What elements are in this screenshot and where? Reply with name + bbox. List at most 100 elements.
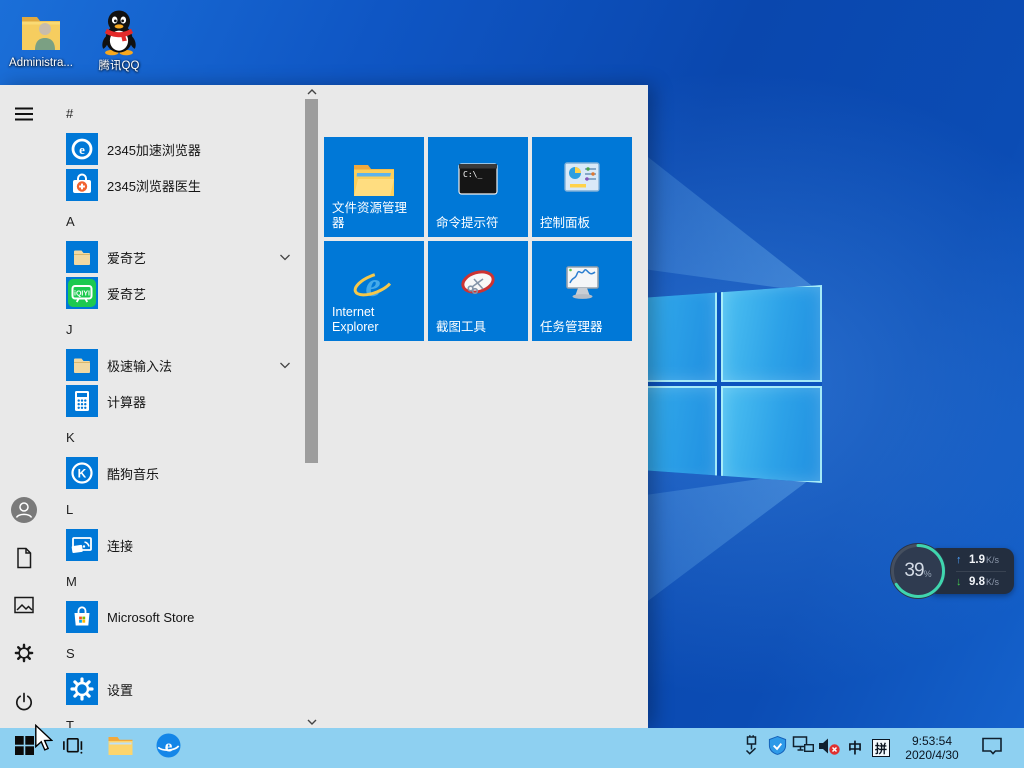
app-section-label: T [66, 717, 74, 729]
svg-text:K: K [78, 467, 87, 481]
app-list-item[interactable]: Microsoft Store [48, 599, 298, 635]
folder-group-icon [66, 349, 98, 381]
tray-network[interactable] [790, 728, 816, 768]
memory-percent-circle[interactable]: 39 % [888, 541, 948, 601]
tray-volume-muted[interactable] [816, 728, 842, 768]
taskbar-browser-button[interactable]: e [144, 728, 192, 768]
app-section-header[interactable]: J [48, 311, 298, 347]
start-tile[interactable]: 任务管理器 [532, 241, 632, 341]
app-section-header[interactable]: # [48, 95, 298, 131]
scrollbar-up-arrow[interactable] [305, 85, 318, 98]
pictures-icon [12, 593, 36, 622]
start-tile[interactable]: 文件资源管理器 [324, 137, 424, 237]
shield-icon [767, 735, 788, 762]
sidebar-documents-button[interactable] [0, 536, 48, 584]
app-list-item[interactable]: 计算器 [48, 383, 298, 419]
qq-icon [95, 8, 143, 56]
tile-label: 任务管理器 [540, 320, 603, 335]
scrollbar[interactable] [305, 85, 318, 728]
tile-label: 文件资源管理器 [332, 200, 408, 231]
tray-security[interactable] [764, 728, 790, 768]
folder-group-icon [66, 241, 98, 273]
app-list-item[interactable]: 爱奇艺 [48, 239, 298, 275]
taskbar-file-explorer-button[interactable] [96, 728, 144, 768]
app-label: Microsoft Store [107, 609, 195, 625]
app-section-header[interactable]: K [48, 419, 298, 455]
file-explorer-icon [351, 159, 397, 204]
windows-icon [14, 736, 34, 760]
app-list-item[interactable]: 连接 [48, 527, 298, 563]
sidebar-pictures-button[interactable] [0, 583, 48, 631]
scrollbar-thumb[interactable] [305, 99, 318, 463]
network-icon [792, 735, 815, 761]
svg-text:iQIYI: iQIYI [74, 291, 90, 298]
sidebar-settings-button[interactable] [0, 631, 48, 679]
system-tray: 中拼 9:53:54 2020/4/30 [738, 728, 1024, 768]
app-section-label: # [66, 105, 74, 121]
taskbar: e 中拼 9:53:54 2020/4/30 [0, 728, 1024, 768]
app-label: 连接 [107, 538, 134, 554]
taskbar-task-view-button[interactable] [48, 728, 96, 768]
usb-icon [740, 734, 762, 762]
app-section-header[interactable]: A [48, 203, 298, 239]
app-section-label: J [66, 321, 73, 337]
tray-ime-lang-label: 中 [848, 740, 862, 756]
action-center-button[interactable] [970, 728, 1014, 768]
upload-speed-row: ↑ 1.9 K/s [956, 550, 1014, 571]
chevron-down-icon[interactable] [278, 358, 292, 372]
net-speed-widget[interactable]: ↑ 1.9 K/s ↓ 9.8 K/s 39 % [888, 541, 1014, 601]
app-label: 极速输入法 [107, 358, 173, 374]
app-label: 计算器 [107, 394, 147, 410]
tray-ime-mode-label: 拼 [872, 739, 890, 757]
connect-icon [66, 529, 98, 561]
app-label: 酷狗音乐 [107, 466, 160, 482]
document-icon [12, 546, 36, 575]
desktop-icon-administrator[interactable]: Administra... [6, 8, 76, 69]
app-section-header[interactable]: S [48, 635, 298, 671]
taskbar-start-button[interactable] [0, 728, 48, 768]
clock-time: 9:53:54 [911, 734, 953, 748]
action-center-icon [980, 735, 1004, 762]
app-list-item[interactable]: 2345浏览器医生 [48, 167, 298, 203]
taskbar-clock[interactable]: 9:53:54 2020/4/30 [894, 728, 970, 768]
start-menu-app-list: # e 2345加速浏览器 2345浏览器医生 A 爱奇艺 iQIYI 爱奇艺 J 极速输入法计算… [48, 95, 298, 728]
app-list-item[interactable]: K 酷狗音乐 [48, 455, 298, 491]
start-tile[interactable]: 截图工具 [428, 241, 528, 341]
start-tile[interactable]: C:\_ 命令提示符 [428, 137, 528, 237]
tile-label: 截图工具 [436, 320, 487, 335]
tile-label: 控制面板 [540, 216, 591, 231]
calculator-icon [66, 385, 98, 417]
taskview-icon [61, 734, 84, 762]
folder-taskbar-icon [107, 734, 134, 762]
desktop-icon-qq[interactable]: 腾讯QQ [88, 8, 150, 73]
start-tile[interactable]: e Internet Explorer [324, 241, 424, 341]
chevron-down-icon[interactable] [278, 250, 292, 264]
app-section-header[interactable]: T [48, 707, 298, 729]
app-list-item[interactable]: iQIYI 爱奇艺 [48, 275, 298, 311]
kugou-icon: K [66, 457, 98, 489]
app-section-label: L [66, 501, 74, 517]
app-list-item[interactable]: 设置 [48, 671, 298, 707]
app-section-header[interactable]: M [48, 563, 298, 599]
memory-percent-value: 39 [904, 560, 924, 581]
start-tile[interactable]: 控制面板 [532, 137, 632, 237]
sidebar-power-button[interactable] [0, 680, 48, 728]
app-list-item[interactable]: e 2345加速浏览器 [48, 131, 298, 167]
desktop-icon-label: Administra... [9, 57, 73, 69]
scrollbar-down-arrow[interactable] [305, 715, 318, 728]
app-list-item[interactable]: 极速输入法 [48, 347, 298, 383]
svg-text:e: e [79, 142, 85, 157]
app-label: 设置 [107, 682, 134, 698]
upload-speed-value: 1.9 [969, 554, 985, 566]
app-section-header[interactable]: L [48, 491, 298, 527]
start-menu: # e 2345加速浏览器 2345浏览器医生 A 爱奇艺 iQIYI 爱奇艺 J 极速输入法计算… [0, 85, 648, 728]
tray-usb[interactable] [738, 728, 764, 768]
sidebar-user-button[interactable] [0, 488, 48, 536]
tray-ime-mode[interactable]: 拼 [868, 728, 894, 768]
desktop-icon-label: 腾讯QQ [98, 60, 140, 72]
tray-ime-lang[interactable]: 中 [842, 728, 868, 768]
app-section-label: K [66, 429, 75, 445]
app-label: 爱奇艺 [107, 250, 147, 266]
app-section-label: M [66, 573, 77, 589]
sidebar-menu-button[interactable] [0, 92, 48, 140]
